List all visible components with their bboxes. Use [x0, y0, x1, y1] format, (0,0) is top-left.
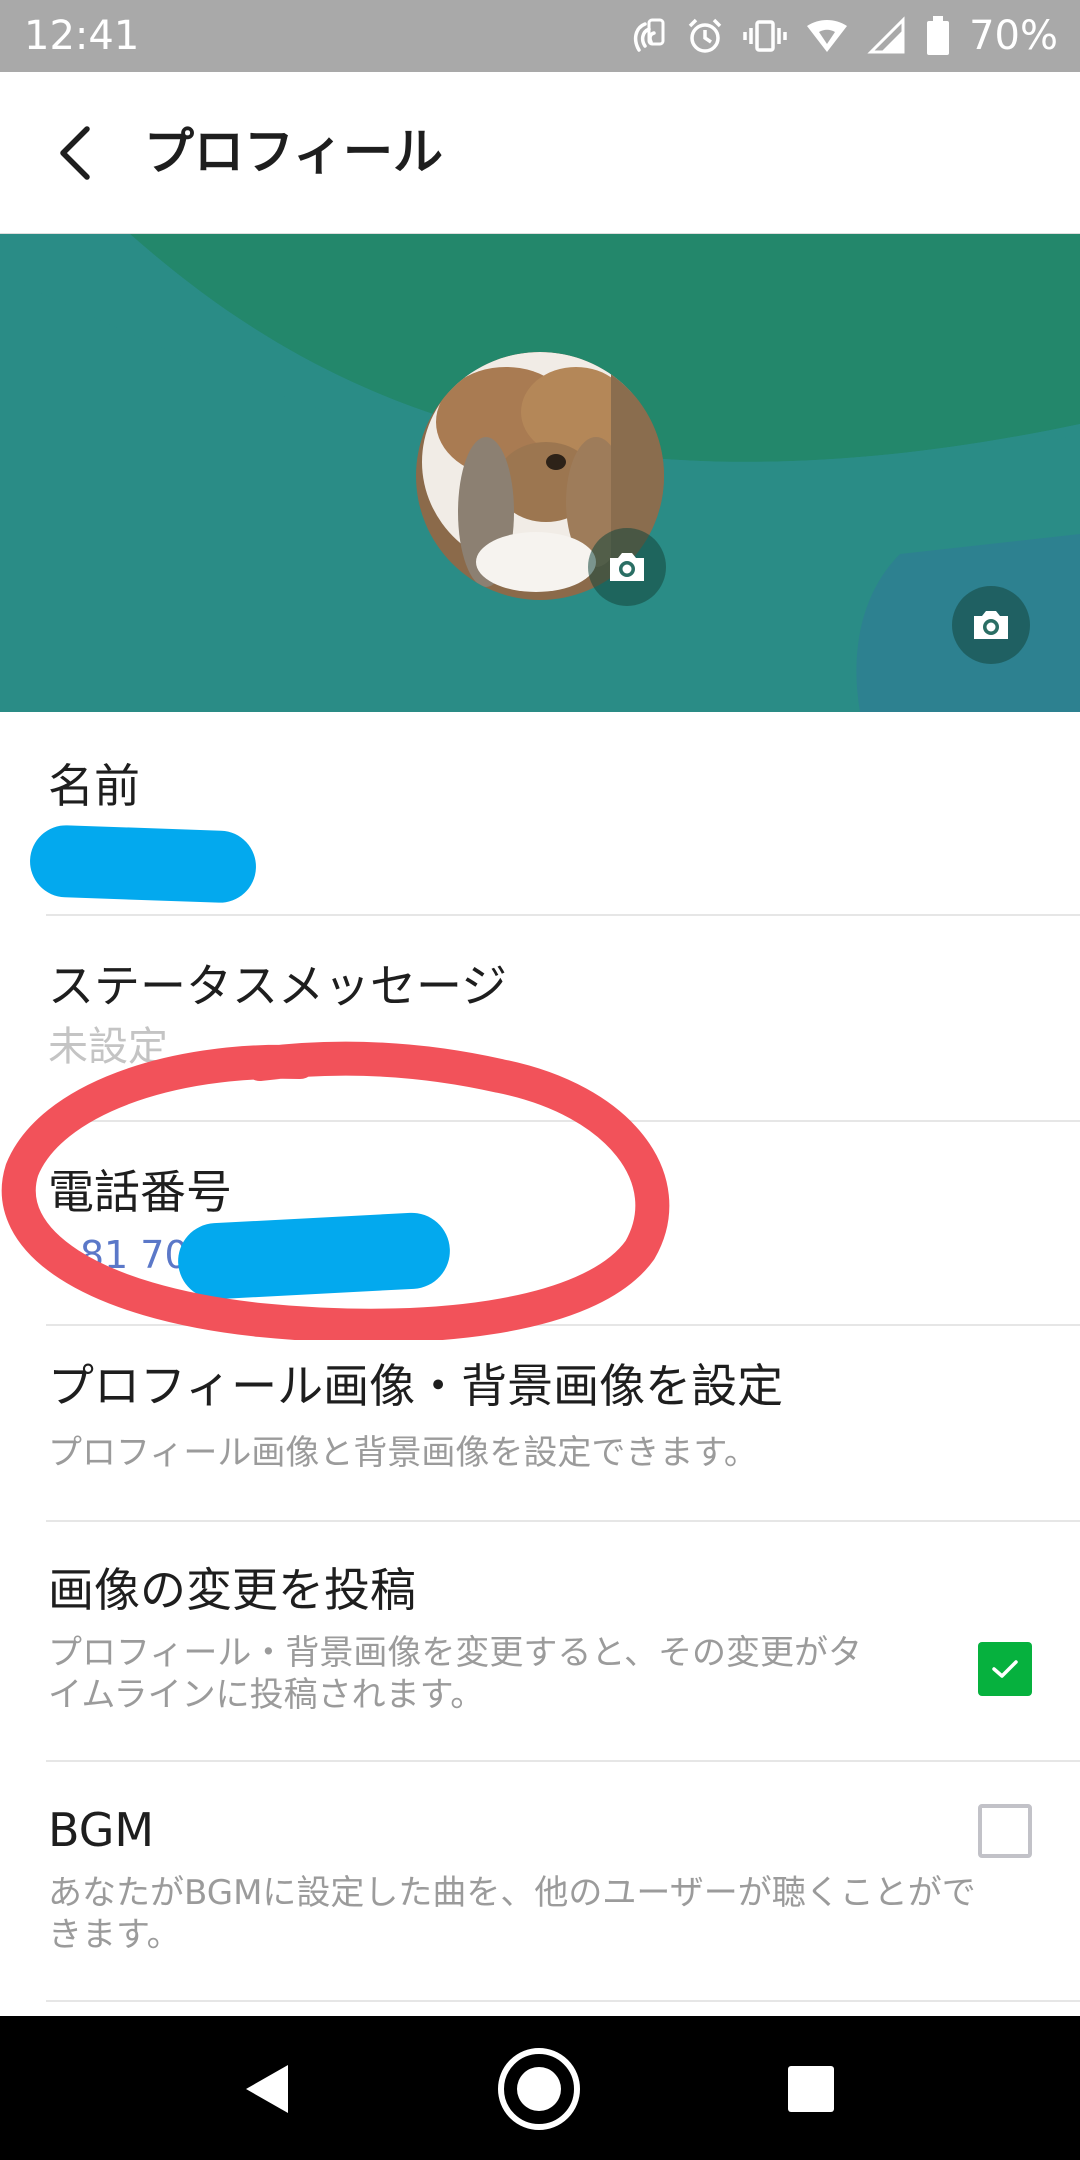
app-header: プロフィール [0, 72, 1080, 234]
name-row[interactable]: 名前 [0, 712, 1080, 916]
nav-back-button[interactable] [222, 2044, 312, 2134]
post-image-change-title: 画像の変更を投稿 [48, 1563, 416, 1617]
phone-row[interactable]: 電話番号 +81 70 [0, 1122, 1080, 1326]
name-redaction [28, 824, 258, 904]
post-image-change-description-line1: プロフィール・背景画像を変更すると、その変更がタ [48, 1633, 862, 1673]
status-message-label: ステータスメッセージ [48, 959, 508, 1013]
camera-icon [610, 553, 644, 581]
name-label: 名前 [48, 759, 140, 813]
nav-recents-button[interactable] [766, 2044, 856, 2134]
nfc-icon [633, 18, 665, 52]
bgm-checkbox[interactable] [978, 1804, 1032, 1858]
post-image-change-description-line2: イムラインに投稿されます。 [48, 1675, 485, 1715]
divider [46, 2000, 1080, 2002]
chevron-left-icon [60, 126, 90, 180]
avatar-camera-button[interactable] [588, 528, 666, 606]
status-bar: 12:41 70% [0, 0, 1080, 72]
status-icons: 70% [627, 10, 1058, 62]
bgm-row[interactable]: BGM あなたがBGMに設定した曲を、他のユーザーが聴くことがで きます。 [0, 1762, 1080, 2002]
back-button[interactable] [40, 118, 110, 188]
status-message-row[interactable]: ステータスメッセージ 未設定 [0, 916, 1080, 1122]
bgm-description-line2: きます。 [48, 1915, 181, 1955]
set-images-description: プロフィール画像と背景画像を設定できます。 [48, 1433, 758, 1473]
triangle-back-icon [246, 2065, 288, 2113]
battery-percentage: 70% [969, 13, 1058, 59]
camera-icon [974, 611, 1008, 639]
wifi-icon [807, 20, 848, 52]
post-image-change-row[interactable]: 画像の変更を投稿 プロフィール・背景画像を変更すると、その変更がタ イムラインに… [0, 1522, 1080, 1762]
cover-image[interactable] [0, 234, 1080, 712]
alarm-icon [688, 18, 722, 53]
vibrate-icon [743, 20, 787, 52]
status-message-value: 未設定 [48, 1024, 168, 1070]
navigation-bar [0, 2016, 1080, 2160]
bgm-description-line1: あなたがBGMに設定した曲を、他のユーザーが聴くことがで [48, 1873, 976, 1913]
circle-home-icon [498, 2048, 580, 2130]
phone-value: +81 70 [48, 1233, 189, 1277]
square-recents-icon [788, 2066, 834, 2112]
bgm-title: BGM [48, 1803, 155, 1857]
set-images-title: プロフィール画像・背景画像を設定 [48, 1359, 784, 1413]
nav-home-button[interactable] [494, 2044, 584, 2134]
page-title: プロフィール [144, 123, 443, 181]
status-time: 12:41 [24, 13, 140, 59]
phone-label: 電話番号 [48, 1165, 232, 1219]
post-image-change-checkbox[interactable] [978, 1642, 1032, 1696]
cover-camera-button[interactable] [952, 586, 1030, 664]
checkmark-icon [992, 1660, 1018, 1678]
phone-redaction [176, 1210, 452, 1302]
signal-icon [867, 16, 905, 54]
battery-icon [927, 16, 950, 55]
set-images-row[interactable]: プロフィール画像・背景画像を設定 プロフィール画像と背景画像を設定できます。 [0, 1326, 1080, 1522]
